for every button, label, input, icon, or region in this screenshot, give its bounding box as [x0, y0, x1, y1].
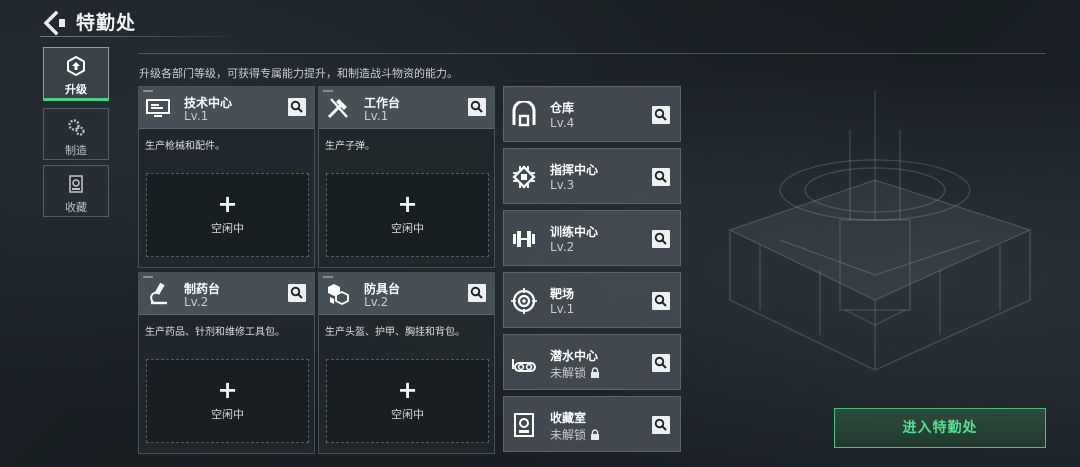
magnifier-icon[interactable] — [652, 416, 670, 434]
tab-collection[interactable]: 收藏 — [43, 165, 109, 217]
facility-level: 未解锁 — [550, 428, 587, 442]
dept-level: Lv.2 — [184, 295, 209, 309]
facility-level-locked: 未解锁 — [550, 364, 600, 381]
facility-name: 靶场 — [550, 287, 575, 301]
dept-card-pharmacy: 制药台 Lv.2 生产药品、针剂和维修工具包。 + 空闲中 — [138, 272, 315, 454]
dept-card-workbench: 工作台 Lv.1 生产子弹。 + 空闲中 — [318, 86, 495, 268]
magnifier-icon[interactable] — [288, 98, 306, 116]
facility-name: 仓库 — [550, 101, 575, 115]
production-slot[interactable]: + 空闲中 — [326, 359, 489, 443]
dept-level: Lv.2 — [364, 295, 389, 309]
production-slot[interactable]: + 空闲中 — [146, 359, 309, 443]
slot-status: 空闲中 — [211, 222, 244, 235]
diving-goggles-icon — [512, 359, 536, 372]
dept-card-armor-bench: 防具台 Lv.2 生产头盔、护甲、胸挂和背包。 + 空闲中 — [318, 272, 495, 454]
facility-level-locked: 未解锁 — [550, 426, 600, 443]
armor-cubes-icon — [328, 284, 349, 306]
facility-name: 收藏室 — [550, 411, 587, 425]
magnifier-icon[interactable] — [652, 230, 670, 248]
dept-level: Lv.1 — [364, 109, 389, 123]
facility-level: Lv.4 — [550, 116, 575, 130]
facility-diving-center[interactable]: 潜水中心 未解锁 — [503, 334, 681, 390]
slot-status: 空闲中 — [391, 408, 424, 421]
upgrade-icon — [67, 56, 85, 76]
dept-description: 生产子弹。 — [325, 141, 375, 152]
production-slot[interactable]: + 空闲中 — [146, 173, 309, 257]
plus-icon: + — [397, 376, 418, 404]
corner-mark — [323, 276, 333, 278]
dept-card-tech-center: 技术中心 Lv.1 生产枪械和配件。 + 空闲中 — [138, 86, 315, 268]
divider — [138, 53, 1046, 54]
production-slot[interactable]: + 空闲中 — [326, 173, 489, 257]
target-icon — [511, 288, 537, 314]
corner-mark — [143, 276, 153, 278]
microscope-icon — [150, 282, 167, 305]
collection-icon — [69, 175, 83, 193]
display-case-icon — [514, 413, 534, 437]
active-tab-indicator — [43, 98, 109, 101]
corner-mark — [143, 90, 153, 92]
facility-warehouse[interactable]: 仓库 Lv.4 — [503, 86, 681, 142]
facility-level: Lv.3 — [550, 178, 575, 192]
slot-status: 空闲中 — [211, 408, 244, 421]
slot-status: 空闲中 — [391, 222, 424, 235]
dumbbell-icon — [513, 231, 535, 247]
card-header: 技术中心 Lv.1 — [139, 87, 314, 129]
dept-level: Lv.1 — [184, 109, 209, 123]
magnifier-icon[interactable] — [652, 106, 670, 124]
enter-special-ops-button[interactable]: 进入特勤处 — [834, 408, 1046, 448]
tab-upgrade[interactable]: 升级 — [43, 47, 109, 99]
facility-name: 潜水中心 — [550, 349, 599, 363]
title-underline — [40, 36, 250, 37]
back-arrow-icon[interactable] — [40, 10, 68, 36]
plus-icon: + — [217, 190, 238, 218]
magnifier-icon[interactable] — [288, 284, 306, 302]
dept-description: 生产药品、针剂和维修工具包。 — [145, 327, 285, 338]
magnifier-icon[interactable] — [652, 292, 670, 310]
facility-name: 训练中心 — [550, 225, 599, 239]
tab-label: 制造 — [65, 144, 87, 157]
magnifier-icon[interactable] — [652, 168, 670, 186]
magnifier-icon[interactable] — [652, 354, 670, 372]
dept-description: 生产枪械和配件。 — [145, 141, 225, 152]
facility-collection-room[interactable]: 收藏室 未解锁 — [503, 396, 681, 452]
facility-name: 指挥中心 — [550, 163, 599, 177]
facility-level: 未解锁 — [550, 366, 587, 380]
warehouse-icon — [512, 101, 536, 127]
chip-icon — [512, 165, 536, 189]
facility-training-center[interactable]: 训练中心 Lv.2 — [503, 210, 681, 266]
facility-level: Lv.2 — [550, 240, 575, 254]
tab-label: 收藏 — [65, 201, 87, 214]
page-title: 特勤处 — [76, 12, 137, 34]
tools-icon — [327, 98, 348, 119]
computer-icon — [146, 99, 170, 117]
plus-icon: + — [217, 376, 238, 404]
base-artwork — [728, 90, 1032, 371]
lock-icon — [591, 429, 600, 440]
corner-mark — [323, 90, 333, 92]
card-header: 制药台 Lv.2 — [139, 273, 314, 315]
lock-icon — [591, 367, 600, 378]
plus-icon: + — [397, 190, 418, 218]
card-header: 工作台 Lv.1 — [319, 87, 494, 129]
card-header: 防具台 Lv.2 — [319, 273, 494, 315]
facility-command-center[interactable]: 指挥中心 Lv.3 — [503, 148, 681, 204]
facility-level: Lv.1 — [550, 302, 575, 316]
tab-craft[interactable]: 制造 — [43, 108, 109, 160]
gears-icon — [68, 119, 85, 136]
section-description: 升级各部门等级，可获得专属能力提升，和制造战斗物资的能力。 — [139, 67, 458, 80]
magnifier-icon[interactable] — [468, 98, 486, 116]
facility-shooting-range[interactable]: 靶场 Lv.1 — [503, 272, 681, 328]
tab-label: 升级 — [65, 83, 87, 96]
magnifier-icon[interactable] — [468, 284, 486, 302]
dept-description: 生产头盔、护甲、胸挂和背包。 — [325, 327, 465, 338]
